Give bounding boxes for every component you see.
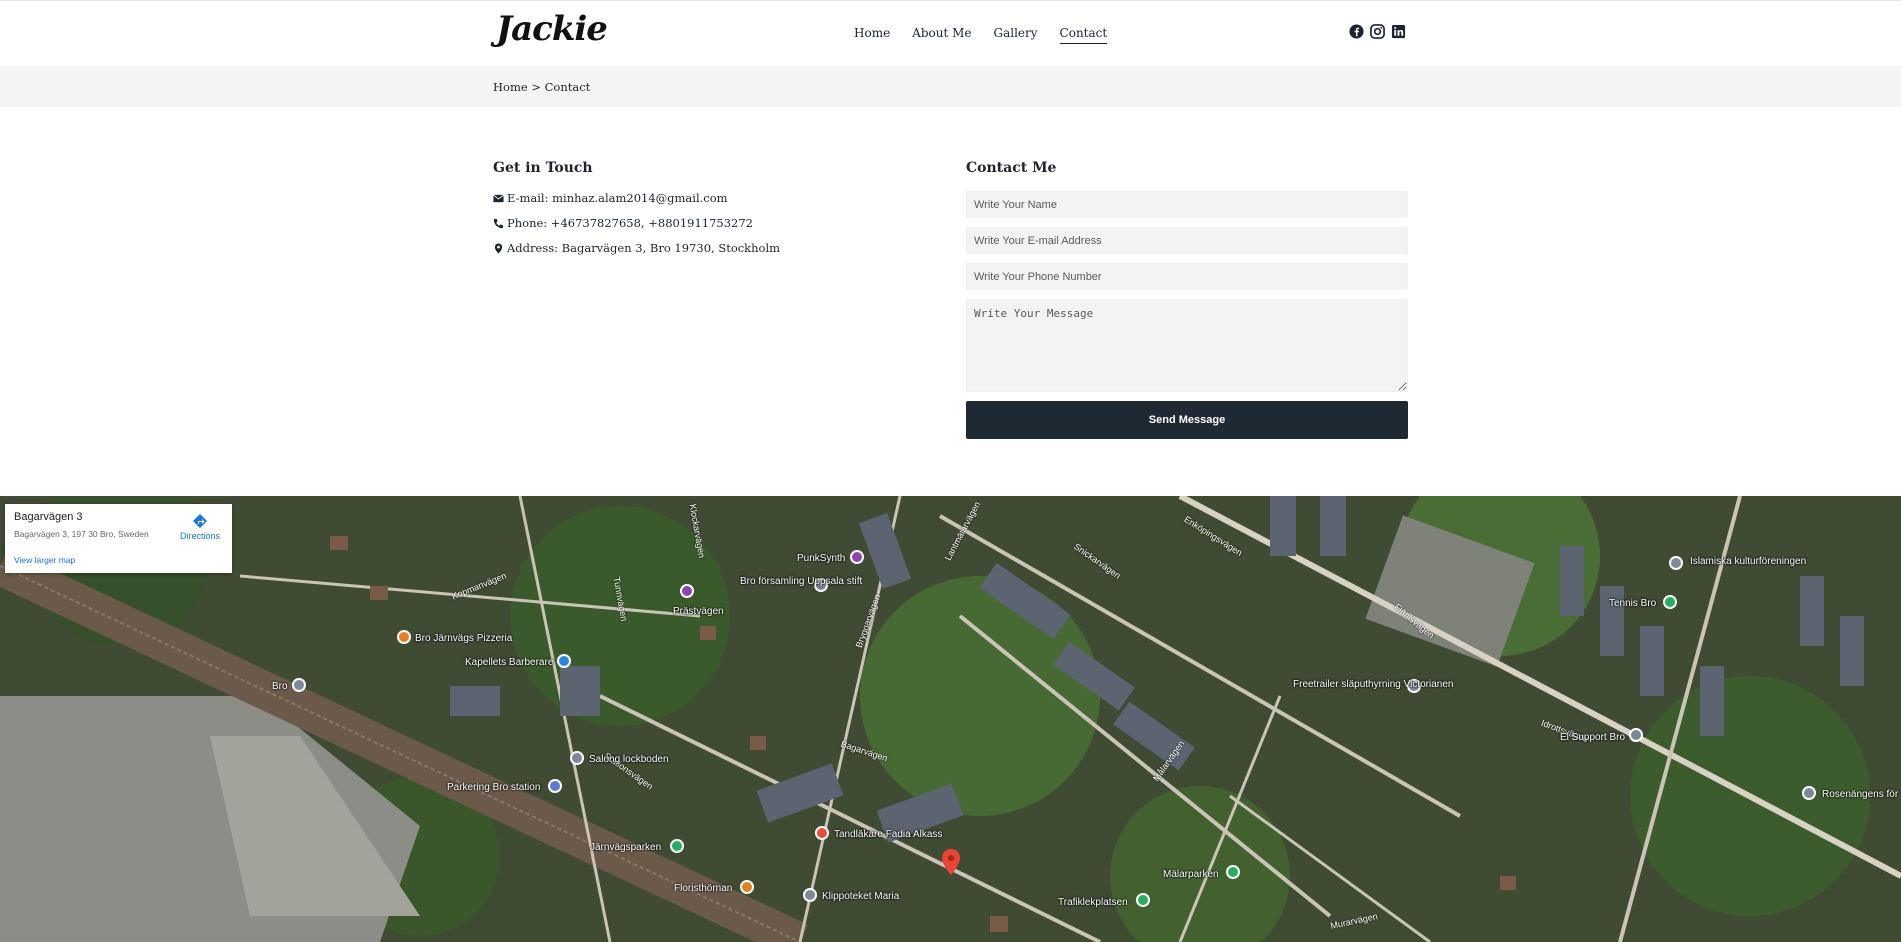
place-label[interactable]: Prästvägen (673, 606, 724, 617)
place-marker[interactable] (1136, 893, 1150, 907)
place-label[interactable]: Freetrailer släputhyrning Victorianen (1293, 679, 1453, 690)
get-in-touch-title: Get in Touch (493, 160, 593, 176)
address-row: Address: Bagarvägen 3, Bro 19730, Stockh… (493, 241, 933, 255)
embedded-map[interactable]: Lantmätarvägen Snickarvägen Enköpingsväg… (0, 496, 1901, 942)
view-larger-map-link[interactable]: View larger map (14, 555, 75, 565)
place-label[interactable]: Tennis Bro (1609, 598, 1656, 609)
place-label[interactable]: Bro församling Uppsala stift (740, 576, 862, 587)
name-input[interactable] (966, 191, 1408, 218)
place-marker[interactable] (803, 888, 817, 902)
phone-row: Phone: +46737827658, +8801911753272 (493, 216, 933, 230)
envelope-icon (493, 194, 504, 202)
main-nav: Home About Me Gallery Contact (854, 26, 1129, 44)
place-marker[interactable] (570, 751, 584, 765)
satellite-map-image (0, 496, 1901, 942)
place-label[interactable]: Rosenängens för (1822, 789, 1898, 800)
place-label[interactable]: Salong lockboden (589, 754, 669, 765)
nav-home[interactable]: Home (854, 26, 890, 44)
place-label[interactable]: Trafiklekplatsen (1058, 897, 1128, 908)
place-label[interactable]: Järnvägsparken (590, 842, 661, 853)
email-input[interactable] (966, 227, 1408, 254)
phone-input[interactable] (966, 263, 1408, 290)
instagram-icon[interactable] (1370, 24, 1385, 39)
nav-gallery[interactable]: Gallery (994, 26, 1038, 44)
place-label[interactable]: Tandläkare Fadia Alkass (834, 829, 942, 840)
directions-button[interactable]: Directions (175, 513, 225, 541)
place-marker[interactable] (1663, 595, 1677, 609)
map-marker-icon (494, 242, 503, 254)
place-marker[interactable] (1669, 556, 1683, 570)
breadcrumb[interactable]: Home > Contact (493, 80, 590, 94)
place-label[interactable]: Mälarparken (1163, 869, 1219, 880)
place-label[interactable]: Bro Järnvägs Pizzeria (415, 633, 512, 644)
nav-contact[interactable]: Contact (1059, 26, 1108, 44)
get-in-touch-section: Get in Touch E-mail: minhaz.alam2014@gma… (493, 160, 933, 266)
nav-about[interactable]: About Me (912, 26, 971, 44)
place-label[interactable]: PunkSynth (797, 553, 845, 564)
location-pin-icon[interactable] (942, 849, 960, 875)
site-header: Jackie Home About Me Gallery Contact (0, 0, 1901, 66)
place-marker[interactable] (740, 880, 754, 894)
place-marker[interactable] (1226, 865, 1240, 879)
place-marker[interactable] (1802, 786, 1816, 800)
place-label[interactable]: Kapellets Barberare (465, 657, 553, 668)
site-logo[interactable]: Jackie (496, 9, 608, 49)
place-marker[interactable] (1629, 728, 1643, 742)
directions-icon (193, 514, 207, 528)
phone-icon (493, 218, 504, 228)
place-label[interactable]: El Support Bro (1560, 732, 1625, 743)
place-marker[interactable] (670, 839, 684, 853)
place-marker[interactable] (557, 654, 571, 668)
place-label[interactable]: Floristhörnan (674, 883, 732, 894)
place-marker[interactable] (815, 826, 829, 840)
place-label[interactable]: Bro (272, 681, 288, 692)
map-card-address: Bagarvägen 3, 197 30 Bro, Sweden (14, 529, 149, 539)
email-text: E-mail: minhaz.alam2014@gmail.com (507, 191, 728, 205)
phone-text: Phone: +46737827658, +8801911753272 (507, 216, 753, 230)
place-label[interactable]: Klippoteket Maria (822, 891, 899, 902)
map-card-title: Bagarvägen 3 (14, 511, 83, 523)
place-marker[interactable] (292, 678, 306, 692)
place-label[interactable]: Islamiska kulturföreningen (1690, 556, 1806, 567)
place-marker[interactable] (548, 779, 562, 793)
message-textarea[interactable] (966, 299, 1408, 392)
contact-form-title: Contact Me (966, 160, 1057, 176)
place-label[interactable]: Parkering Bro station (447, 782, 540, 793)
place-marker[interactable] (397, 630, 411, 644)
linkedin-icon[interactable] (1391, 24, 1406, 39)
contact-form-section: Contact Me Send Message (966, 160, 1408, 439)
facebook-icon[interactable] (1349, 24, 1364, 39)
directions-label: Directions (179, 531, 220, 541)
place-marker[interactable] (680, 584, 694, 598)
send-message-button[interactable]: Send Message (966, 401, 1408, 439)
breadcrumb-bar: Home > Contact (0, 66, 1901, 107)
email-row: E-mail: minhaz.alam2014@gmail.com (493, 191, 933, 205)
social-links (1349, 24, 1406, 39)
map-info-card: Bagarvägen 3 Bagarvägen 3, 197 30 Bro, S… (5, 504, 232, 573)
place-marker[interactable] (850, 550, 864, 564)
address-text: Address: Bagarvägen 3, Bro 19730, Stockh… (507, 241, 781, 255)
